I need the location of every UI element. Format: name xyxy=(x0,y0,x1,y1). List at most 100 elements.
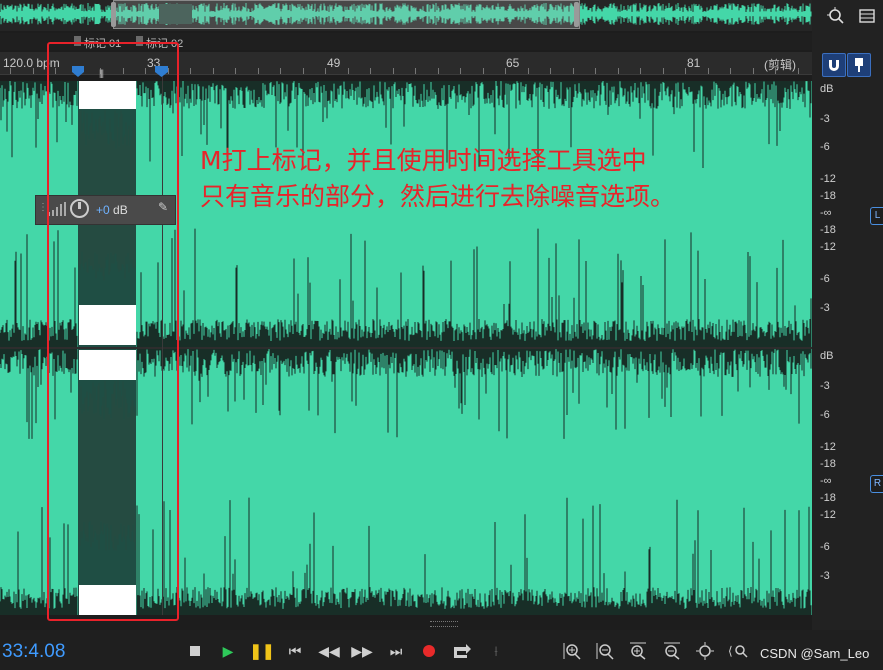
ruler-tick xyxy=(438,68,439,74)
db-scale-label: -12 xyxy=(820,241,836,253)
db-scale-label: -3 xyxy=(820,113,830,125)
marker-pin-icon[interactable] xyxy=(847,53,871,77)
db-scale-label: -18 xyxy=(820,458,836,470)
db-scale-label: -18 xyxy=(820,190,836,202)
rewind-button[interactable]: ◀◀ xyxy=(317,640,341,662)
overview-viewport[interactable] xyxy=(113,0,580,29)
annotation-text: M打上标记，并且使用时间选择工具选中 只有音乐的部分，然后进行去除噪音选项。 xyxy=(200,143,800,215)
panel-menu-icon[interactable] xyxy=(856,5,878,27)
zoom-out-amplitude-button[interactable] xyxy=(593,640,617,662)
zoom-in-amplitude-button[interactable] xyxy=(560,640,584,662)
snap-magnet-icon[interactable] xyxy=(822,53,846,77)
ruler-tick xyxy=(730,68,731,74)
db-scale-label: -6 xyxy=(820,273,830,285)
go-to-start-button[interactable]: ⏮ xyxy=(283,640,307,662)
ruler-tick xyxy=(708,68,709,74)
zoom-out-time-icon xyxy=(664,642,680,660)
overview-handle-right[interactable] xyxy=(574,2,579,27)
db-scale-label: -3 xyxy=(820,302,830,314)
ruler-tick xyxy=(775,68,776,74)
ruler-tick xyxy=(303,68,304,74)
db-scale-label: -∞ xyxy=(820,207,832,219)
db-scale-label: dB xyxy=(820,350,834,362)
zoom-selection-button[interactable]: ⟨ xyxy=(726,640,750,662)
ruler-tick xyxy=(460,68,461,74)
db-scale-label: -3 xyxy=(820,380,830,392)
db-scale-label: -12 xyxy=(820,441,836,453)
ruler-tick xyxy=(595,68,596,74)
skip-icon: ⟊ xyxy=(494,642,498,659)
ruler-tick xyxy=(505,68,506,74)
record-icon xyxy=(423,645,435,657)
db-scale-label: dB xyxy=(820,83,834,95)
ruler-tick xyxy=(258,68,259,74)
fast-forward-icon: ▶▶ xyxy=(351,642,373,659)
ruler-tick xyxy=(640,68,641,74)
db-scale-label: -12 xyxy=(820,173,836,185)
zoom-out-time-button[interactable] xyxy=(660,640,684,662)
ruler-tick xyxy=(33,68,34,74)
ruler-tick xyxy=(663,68,664,74)
ruler-tick xyxy=(550,68,551,74)
ruler-tick xyxy=(10,68,11,74)
db-scale-label: -∞ xyxy=(820,475,832,487)
ruler-tick xyxy=(415,68,416,74)
play-icon: ▶ xyxy=(222,642,234,659)
ruler-tick xyxy=(280,68,281,74)
ruler-tick xyxy=(235,68,236,74)
stop-button[interactable] xyxy=(183,640,207,662)
channel-badge-left[interactable]: L xyxy=(870,207,883,225)
time-display[interactable]: 33:4.08 xyxy=(2,641,65,663)
ruler-tick xyxy=(573,68,574,74)
ruler-tick xyxy=(393,68,394,74)
zoom-out-amplitude-icon xyxy=(596,643,614,660)
overview-handle-left[interactable] xyxy=(111,2,116,27)
ruler-tick xyxy=(528,68,529,74)
db-scale-label: -6 xyxy=(820,141,830,153)
zoom-selection-icon[interactable] xyxy=(825,5,847,27)
go-to-end-button[interactable]: ⏭ xyxy=(384,640,408,662)
db-scale-label: -6 xyxy=(820,409,830,421)
rewind-icon: ◀◀ xyxy=(318,642,340,659)
db-scale-label: -6 xyxy=(820,541,830,553)
pause-button[interactable]: ❚❚ xyxy=(249,640,275,662)
db-scale-label: -3 xyxy=(820,570,830,582)
ruler-label: 49 xyxy=(327,56,341,70)
db-scale-label: -12 xyxy=(820,509,836,521)
db-scale-label: -18 xyxy=(820,224,836,236)
annotation-line-1: M打上标记，并且使用时间选择工具选中 xyxy=(200,146,647,175)
ruler-tick xyxy=(213,68,214,74)
ruler-label: 65 xyxy=(506,56,520,70)
skip-forward-icon: ⏭ xyxy=(389,642,403,659)
clip-label: (剪辑) xyxy=(764,58,796,72)
skip-selection-button[interactable]: ⟊ xyxy=(484,640,508,662)
zoom-in-time-icon xyxy=(630,642,646,660)
zoom-in-time-button[interactable] xyxy=(626,640,650,662)
ruler-tick xyxy=(753,68,754,74)
play-button[interactable]: ▶ xyxy=(216,640,240,662)
pause-icon: ❚❚ xyxy=(249,643,275,660)
ruler-label: 81 xyxy=(687,56,701,70)
skip-back-icon: ⏮ xyxy=(288,642,302,659)
record-button[interactable] xyxy=(417,640,441,662)
ruler-tick xyxy=(483,68,484,74)
loop-button[interactable] xyxy=(450,640,474,662)
channel-badge-right[interactable]: R xyxy=(870,475,883,493)
annotation-line-2: 只有音乐的部分，然后进行去除噪音选项。 xyxy=(200,182,676,211)
ruler-tick xyxy=(685,68,686,74)
ruler-tick xyxy=(798,68,799,74)
loop-icon xyxy=(454,644,471,658)
ruler-tick xyxy=(348,68,349,74)
stop-icon xyxy=(190,646,200,656)
zoom-full-button[interactable] xyxy=(693,640,717,662)
zoom-in-amplitude-icon xyxy=(563,643,581,660)
annotation-highlight-box xyxy=(47,42,179,621)
ruler-tick xyxy=(618,68,619,74)
ruler-tick xyxy=(190,68,191,74)
zoom-full-icon xyxy=(696,642,714,660)
fast-forward-button[interactable]: ▶▶ xyxy=(350,640,374,662)
panel-resize-handle[interactable] xyxy=(430,621,458,627)
db-scale-label: -18 xyxy=(820,492,836,504)
watermark: CSDN @Sam_Leo xyxy=(760,646,870,661)
transport-bar xyxy=(0,630,883,670)
